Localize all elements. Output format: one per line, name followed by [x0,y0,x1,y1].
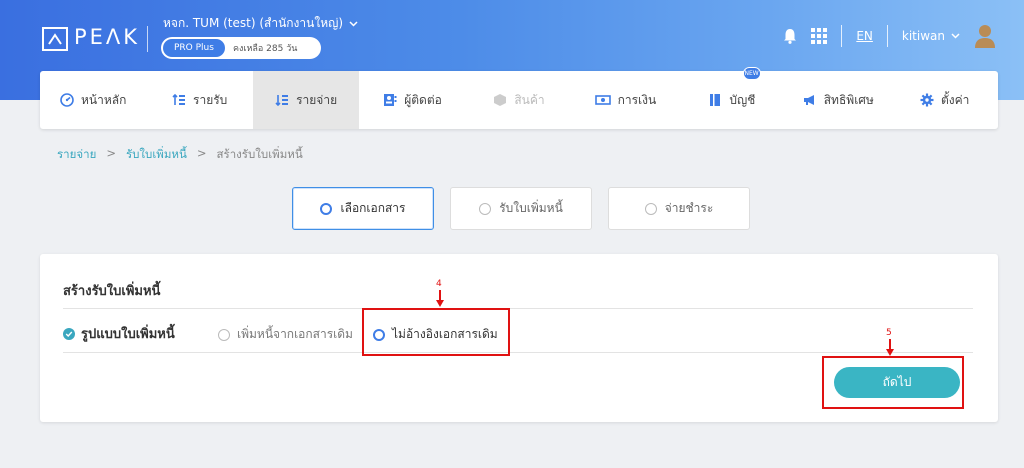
nav-label: ผู้ติดต่อ [404,92,442,107]
nav-item-product[interactable]: สินค้า [466,71,572,129]
nav-item-privilege[interactable]: สิทธิพิเศษ [785,71,891,129]
plan-pill[interactable]: PRO Plus คงเหลือ 285 วัน [161,37,321,59]
option-from-existing-document[interactable]: เพิ่มหนี้จากเอกสารเดิม [218,325,353,344]
step-label: รับใบเพิ่มหนี้ [499,201,563,215]
logo-text: PEΛK [74,25,141,49]
breadcrumb-link-debit-note[interactable]: รับใบเพิ่มหนี้ [126,146,187,164]
logo-divider [147,26,148,52]
breadcrumb-current: สร้างรับใบเพิ่มหนี้ [216,147,303,161]
nav-item-contacts[interactable]: ผู้ติดต่อ [359,71,465,129]
income-icon [172,93,186,105]
form-title: สร้างรับใบเพิ่มหนี้ [63,284,161,299]
nav-item-expense[interactable]: รายจ่าย [252,71,360,129]
new-badge: NEW [742,67,761,80]
plan-remaining: คงเหลือ 285 วัน [232,44,298,54]
company-selector[interactable]: หจก. TUM (test) (สำนักงานใหญ่) [163,14,358,33]
option-label: เพิ่มหนี้จากเอกสารเดิม [237,327,353,341]
megaphone-icon [803,95,814,105]
field-label: รูปแบบใบเพิ่มหนี้ [63,323,175,344]
step-label: จ่ายชำระ [664,201,714,215]
language-link[interactable]: EN [856,29,873,43]
main-nav: หน้าหลัก รายรับ รายจ่าย ผู้ติดต่อ สินค้า… [40,67,998,129]
annotation-arrowhead [886,349,894,356]
breadcrumb-separator: > [196,146,207,160]
step-receive-debit-note[interactable]: รับใบเพิ่มหนี้ [450,187,592,230]
username: kitiwan [901,29,945,43]
user-menu[interactable]: kitiwan [902,29,960,43]
nav-label: รายจ่าย [296,92,338,107]
nav-item-settings[interactable]: ตั้งค่า [892,71,998,129]
breadcrumb-separator: > [106,146,116,160]
money-icon [594,95,611,105]
nav-label: สิทธิพิเศษ [823,92,874,107]
plan-badge: PRO Plus [163,39,225,57]
breadcrumb: รายจ่าย > รับใบเพิ่มหนี้ > สร้างรับใบเพิ… [57,146,303,164]
divider [63,308,973,309]
header-divider [841,25,843,47]
expense-icon [275,95,289,107]
radio-icon [644,202,657,215]
radio-icon [479,202,492,215]
radio-icon [218,328,230,341]
dashboard-icon [60,93,74,107]
radio-icon [320,202,333,215]
annotation-number: 4 [436,279,442,289]
product-icon [494,94,507,106]
annotation-number: 5 [886,328,892,338]
step-select-document[interactable]: เลือกเอกสาร [292,187,434,230]
chevron-down-icon [349,20,358,27]
company-name: หจก. TUM (test) (สำนักงานใหญ่) [163,16,344,30]
nav-label: การเงิน [617,92,657,107]
nav-label: หน้าหลัก [81,92,127,107]
nav-label: รายรับ [193,92,228,107]
header-divider [886,25,888,47]
gear-icon [920,93,934,107]
wizard-steps: เลือกเอกสาร รับใบเพิ่มหนี้ จ่ายชำระ [292,187,750,230]
avatar-icon[interactable] [974,24,996,48]
nav-label: ตั้งค่า [941,92,970,107]
step-label: เลือกเอกสาร [340,201,406,215]
nav-item-income[interactable]: รายรับ [146,71,252,129]
divider [63,352,973,353]
breadcrumb-link-expense[interactable]: รายจ่าย [57,146,96,164]
field-label-text: รูปแบบใบเพิ่มหนี้ [81,327,175,342]
step-payment[interactable]: จ่ายชำระ [608,187,750,230]
chevron-down-icon [951,33,960,39]
annotation-arrowhead [436,300,444,307]
logo-icon[interactable] [42,27,68,51]
nav-item-dashboard[interactable]: หน้าหลัก [40,71,146,129]
check-circle-icon [63,327,75,340]
bell-icon[interactable] [783,28,797,44]
annotation-box [362,308,510,356]
apps-grid-icon[interactable] [811,28,828,44]
nav-item-money[interactable]: การเงิน [572,71,678,129]
nav-label: บัญชี [729,92,756,107]
book-icon [710,94,721,106]
contacts-icon [384,94,397,106]
nav-label: สินค้า [514,92,545,107]
nav-item-book[interactable]: บัญชี NEW [679,67,785,129]
annotation-box [822,356,964,409]
